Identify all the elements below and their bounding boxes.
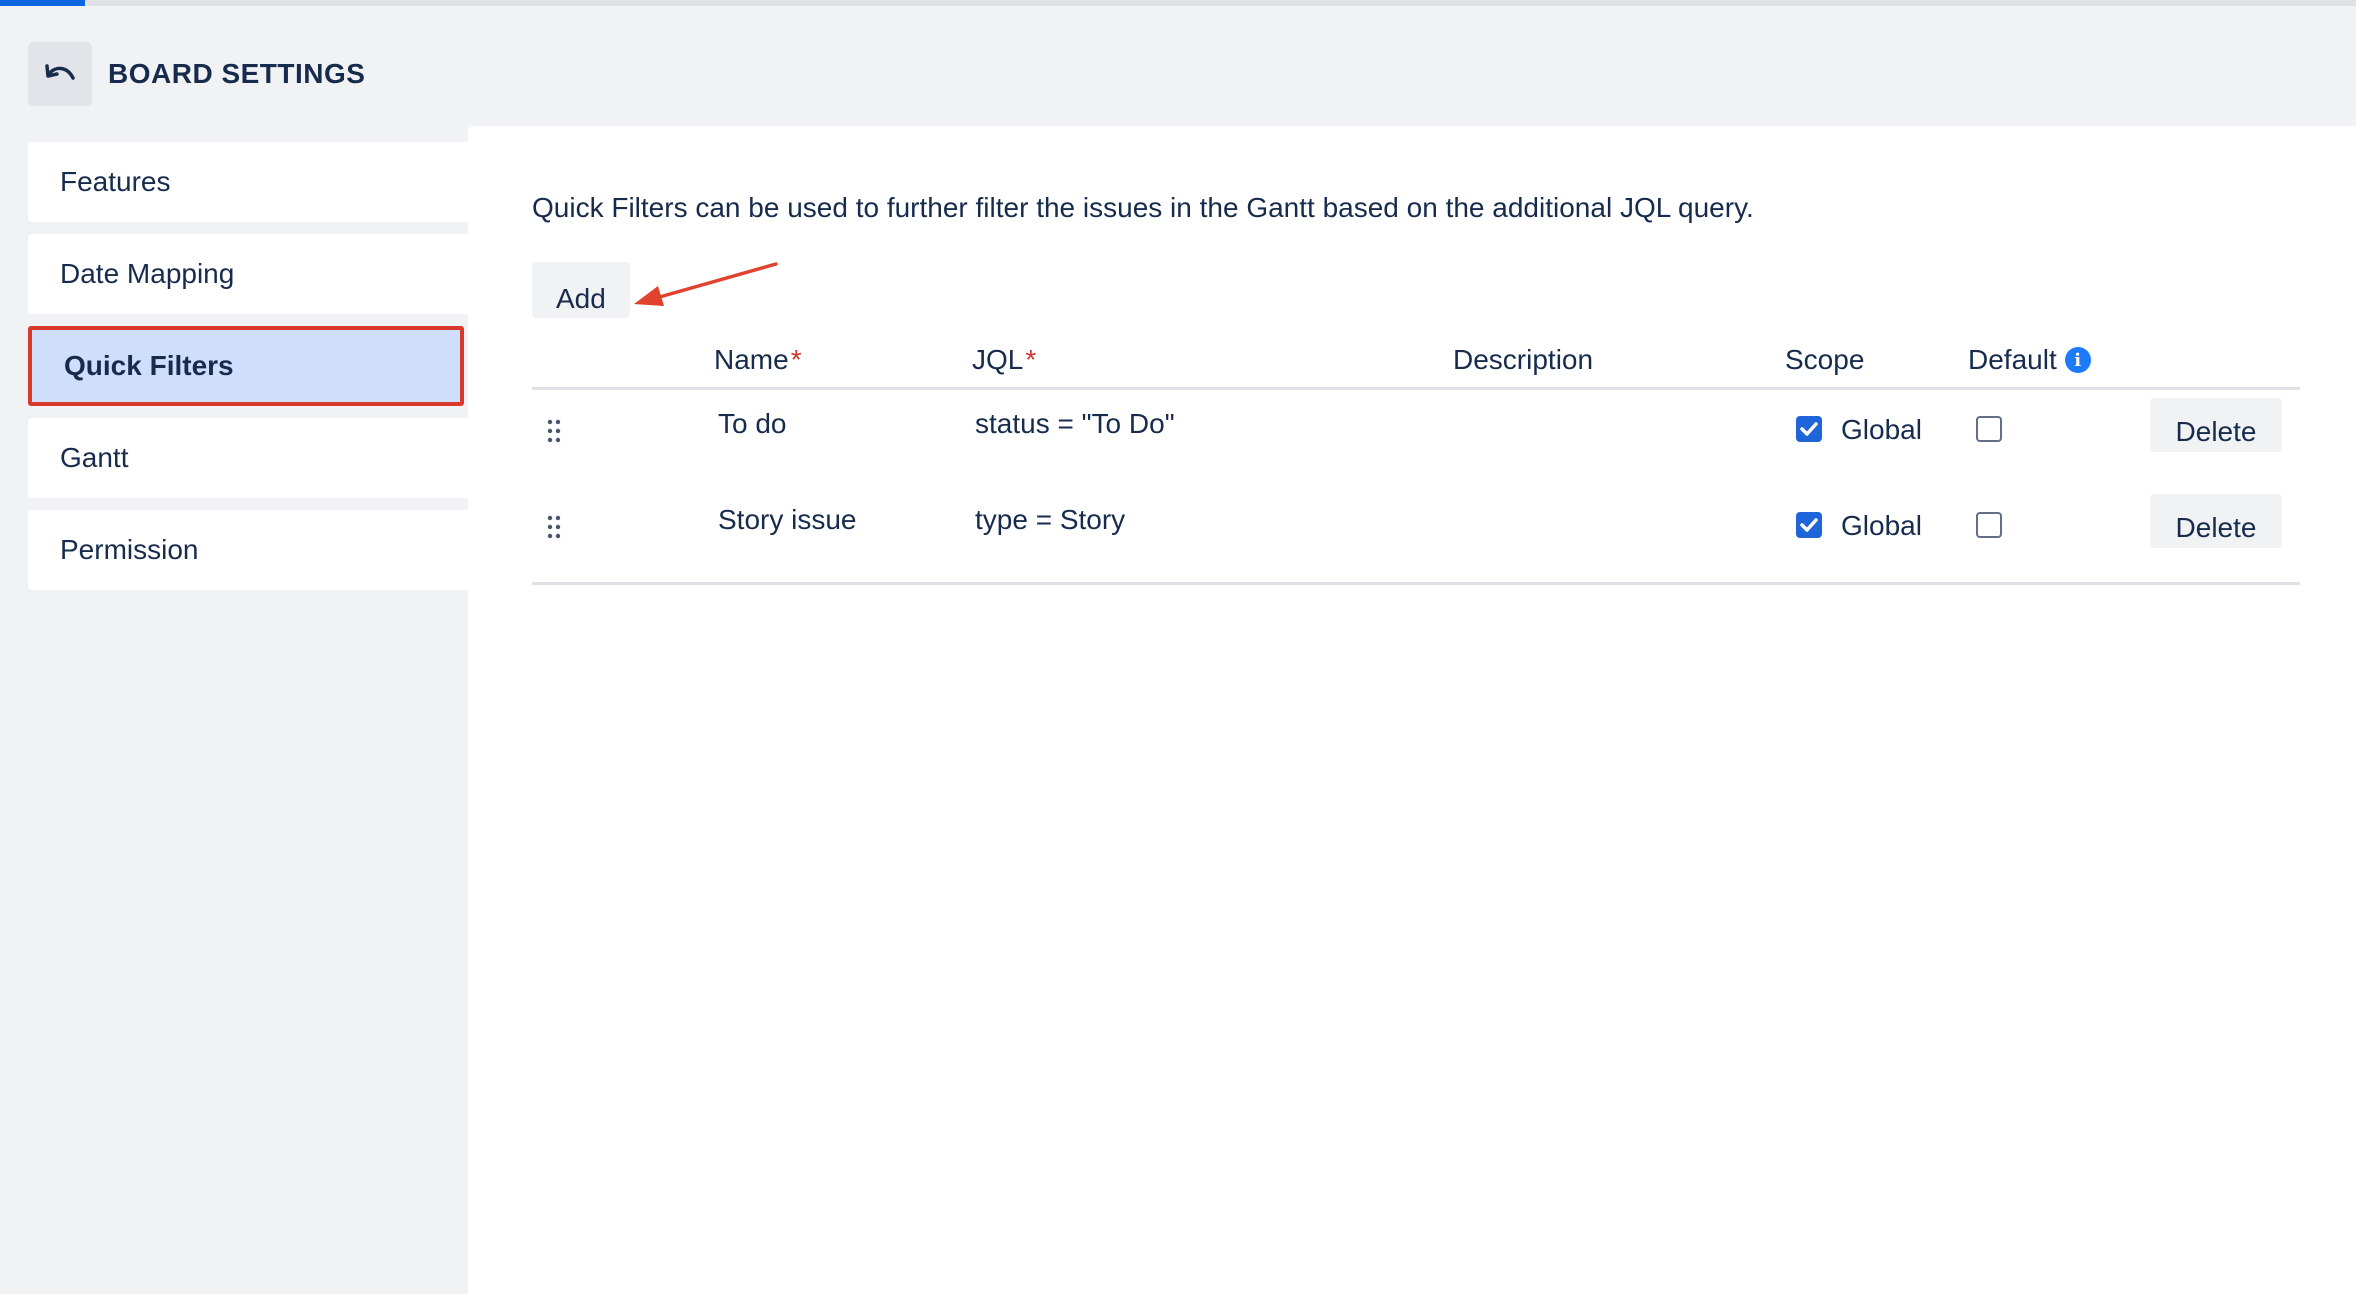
- delete-button[interactable]: Delete: [2150, 398, 2282, 452]
- filter-jql[interactable]: type = Story: [975, 504, 1125, 536]
- filter-jql[interactable]: status = "To Do": [975, 408, 1175, 440]
- scope-label: Global: [1841, 510, 1922, 541]
- column-header-description: Description: [1453, 344, 1594, 375]
- table-row: Story issue type = Story Global Delete: [532, 486, 2300, 582]
- column-header-scope: Scope: [1785, 344, 1865, 375]
- page-load-progress-fill: [0, 0, 85, 6]
- column-header-jql: JQL *: [972, 344, 1036, 376]
- drag-handle-icon[interactable]: [546, 514, 562, 540]
- scope-label: Global: [1841, 414, 1922, 445]
- sidebar-item-label: Quick Filters: [64, 350, 234, 381]
- quick-filters-table: Name * JQL * Description Scope Default i T…: [532, 334, 2300, 585]
- add-filter-button[interactable]: Add: [532, 262, 630, 318]
- sidebar-item-label: Date Mapping: [60, 258, 235, 289]
- annotation-arrow-icon: [634, 262, 778, 306]
- column-header-default: Default i: [1968, 344, 2091, 376]
- column-header-label: JQL: [972, 344, 1024, 375]
- column-header-name: Name *: [714, 344, 802, 376]
- table-header: Name * JQL * Description Scope Default i: [532, 334, 2300, 390]
- column-header-label: Name: [714, 344, 789, 375]
- quick-filters-panel: Quick Filters can be used to further fil…: [468, 126, 2356, 1294]
- page-title: BOARD SETTINGS: [108, 58, 366, 89]
- checkmark-icon: [1800, 518, 1818, 532]
- filter-name[interactable]: Story issue: [718, 504, 857, 536]
- settings-sidebar: Features Date Mapping Quick Filters Gant…: [28, 142, 468, 602]
- sidebar-item-quick-filters[interactable]: Quick Filters: [28, 326, 464, 406]
- table-bottom-divider: [532, 582, 2300, 585]
- info-icon[interactable]: i: [2064, 347, 2091, 373]
- scope-global-checkbox[interactable]: [1796, 512, 1822, 538]
- required-marker: *: [790, 344, 802, 375]
- sidebar-item-label: Permission: [60, 534, 199, 565]
- sidebar-item-date-mapping[interactable]: Date Mapping: [28, 234, 468, 314]
- default-checkbox[interactable]: [1976, 512, 2002, 538]
- scope-global-checkbox[interactable]: [1796, 416, 1822, 442]
- required-marker: *: [1025, 344, 1037, 375]
- sidebar-item-label: Features: [60, 166, 171, 197]
- page-load-progress: [0, 0, 2356, 6]
- delete-button[interactable]: Delete: [2150, 494, 2282, 548]
- sidebar-item-permission[interactable]: Permission: [28, 510, 468, 590]
- checkmark-icon: [1800, 422, 1818, 436]
- sidebar-item-features[interactable]: Features: [28, 142, 468, 222]
- filter-name[interactable]: To do: [718, 408, 787, 440]
- table-row: To do status = "To Do" Global Delete: [532, 390, 2300, 486]
- column-header-label: Default: [1968, 344, 2057, 375]
- sidebar-item-gantt[interactable]: Gantt: [28, 418, 468, 498]
- board-settings-header: BOARD SETTINGS: [28, 42, 365, 106]
- back-button[interactable]: [28, 42, 92, 106]
- undo-icon: [45, 64, 75, 80]
- drag-handle-icon[interactable]: [546, 418, 562, 444]
- default-checkbox[interactable]: [1976, 416, 2002, 442]
- sidebar-item-label: Gantt: [60, 442, 129, 473]
- intro-text: Quick Filters can be used to further fil…: [532, 192, 1754, 223]
